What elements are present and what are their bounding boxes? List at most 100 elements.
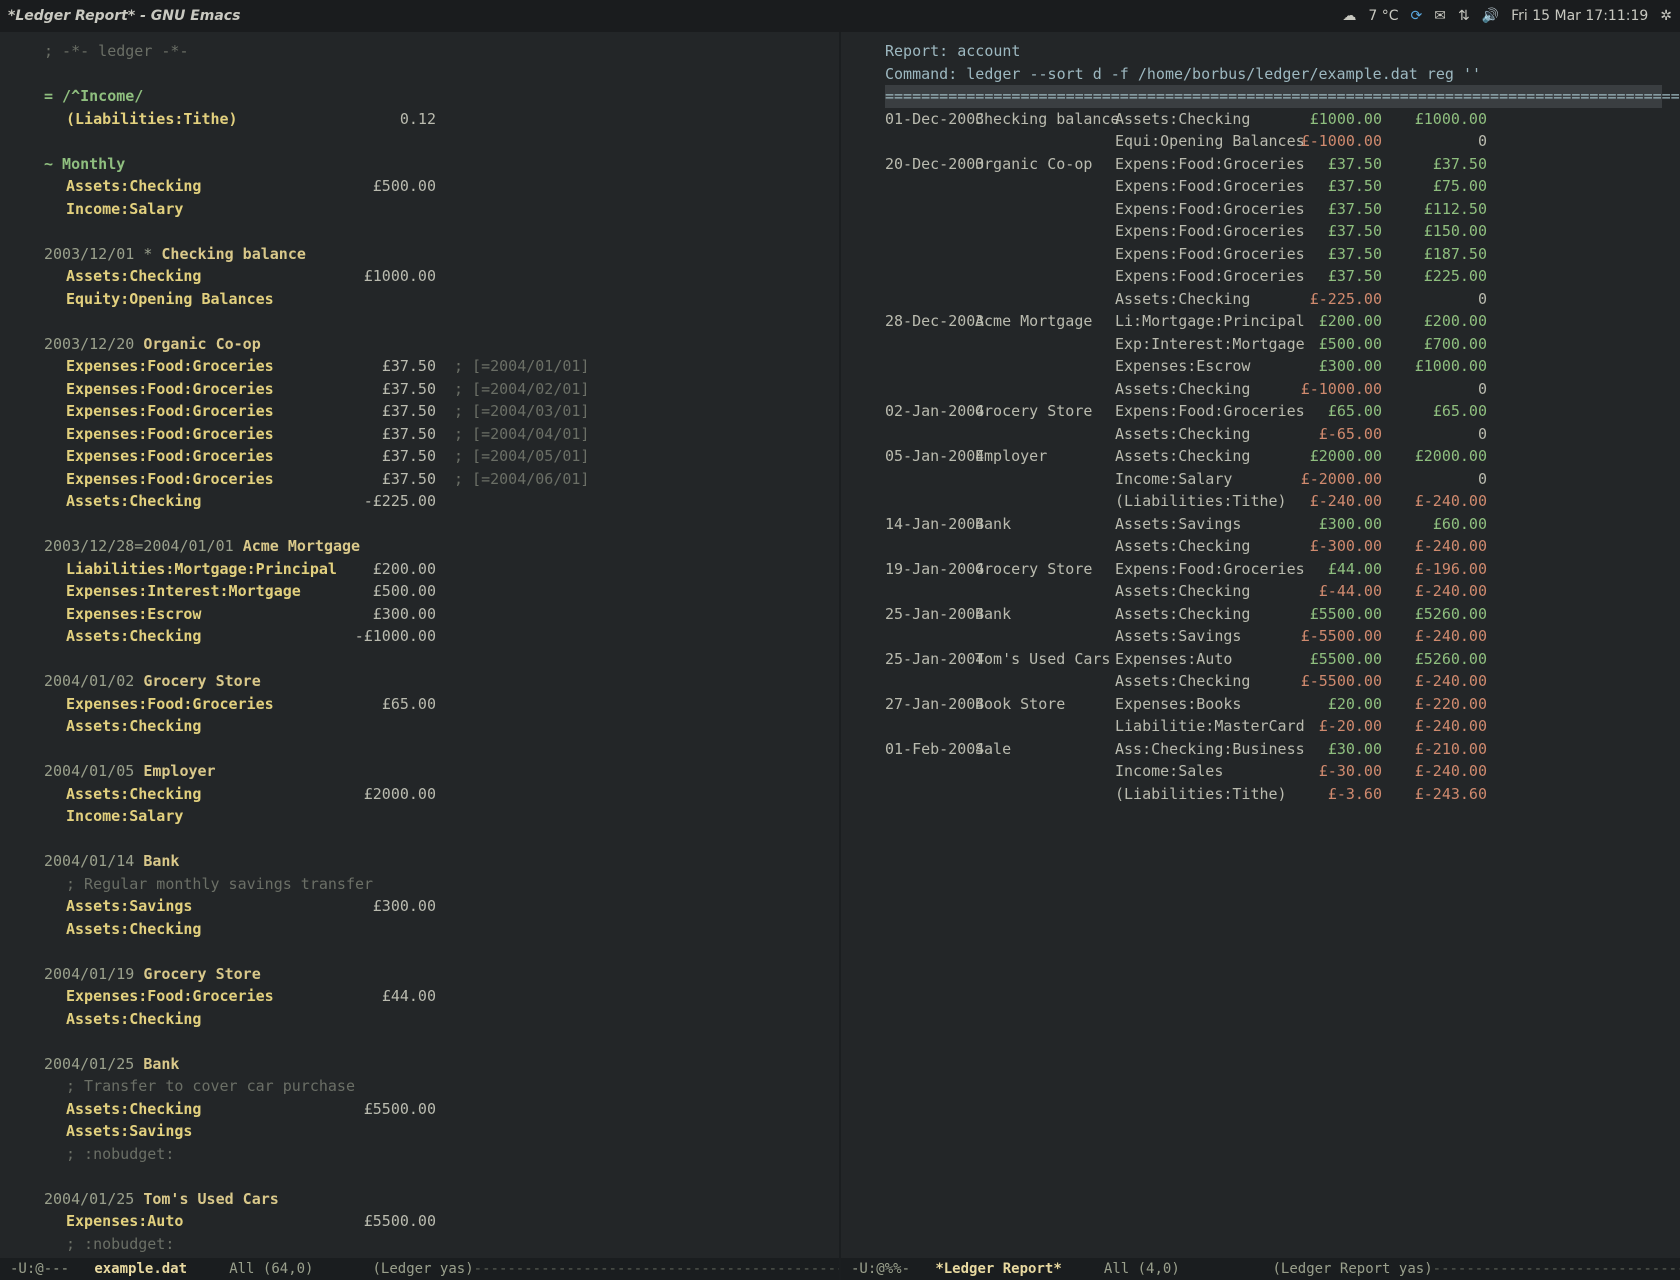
account-name: Expenses:Auto	[66, 1210, 326, 1233]
modeline-prefix: -U:@%%-	[851, 1261, 910, 1277]
report-row: (Liabilities:Tithe)£-3.60£-243.60	[885, 783, 1662, 806]
report-date	[885, 355, 975, 378]
report-amount: £-65.00	[1277, 423, 1382, 446]
report-date: 01-Dec-2003	[885, 108, 975, 131]
report-amount: £500.00	[1277, 333, 1382, 356]
report-row: Expens:Food:Groceries£37.50£225.00	[885, 265, 1662, 288]
clock-text: Fri 15 Mar 17:11:19	[1511, 8, 1648, 24]
modeline-buffer-name: example.dat	[94, 1261, 187, 1277]
report-payee	[975, 760, 1115, 783]
report-balance: £-240.00	[1382, 670, 1487, 693]
report-amount: £5500.00	[1277, 603, 1382, 626]
mode-comment: ; -*- ledger -*-	[44, 40, 821, 63]
report-balance: £-210.00	[1382, 738, 1487, 761]
report-row: Assets:Checking£-225.000	[885, 288, 1662, 311]
report-date: 19-Jan-2004	[885, 558, 975, 581]
report-payee: Employer	[975, 445, 1115, 468]
amount: £37.50	[326, 378, 436, 401]
posting-row: Expenses:Food:Groceries£37.50; [=2004/03…	[44, 400, 821, 423]
report-payee: Bank	[975, 513, 1115, 536]
report-date	[885, 535, 975, 558]
report-date	[885, 243, 975, 266]
posting-row: Expenses:Auto£5500.00	[44, 1210, 821, 1233]
amount: £37.50	[326, 468, 436, 491]
periodic-txn-head: ~ Monthly	[44, 155, 125, 173]
report-balance: £75.00	[1382, 175, 1487, 198]
report-account: Income:Sales	[1115, 760, 1277, 783]
posting-note	[436, 985, 454, 1008]
left-pane: ; -*- ledger -*-= /^Income/(Liabilities:…	[0, 32, 839, 1280]
posting-row: Assets:Checking-£1000.00	[44, 625, 821, 648]
posting-note	[436, 108, 454, 131]
right-modeline: -U:@%%- *Ledger Report* All (4,0) (Ledge…	[841, 1258, 1680, 1280]
report-balance: £-240.00	[1382, 580, 1487, 603]
volume-icon[interactable]: 🔊	[1482, 8, 1499, 24]
report-amount: £-5500.00	[1277, 625, 1382, 648]
modeline-dashes: ----------------------------------------…	[1433, 1261, 1680, 1277]
posting-note	[436, 558, 454, 581]
window-titlebar: *Ledger Report* - GNU Emacs ☁ 7 °C ⟳ ✉ ⇅…	[0, 0, 1680, 32]
report-row: Expens:Food:Groceries£37.50£75.00	[885, 175, 1662, 198]
report-amount: £1000.00	[1277, 108, 1382, 131]
report-account: Expens:Food:Groceries	[1115, 220, 1277, 243]
payee-name: Organic Co-op	[143, 335, 260, 353]
report-account: Assets:Checking	[1115, 670, 1277, 693]
report-balance: £1000.00	[1382, 355, 1487, 378]
account-name: Assets:Checking	[66, 265, 326, 288]
report-account: Expens:Food:Groceries	[1115, 198, 1277, 221]
posting-note	[436, 783, 454, 806]
account-name: Assets:Savings	[66, 1120, 326, 1143]
report-balance: £65.00	[1382, 400, 1487, 423]
report-balance: 0	[1382, 288, 1487, 311]
report-row: 25-Jan-2004BankAssets:Checking£5500.00£5…	[885, 603, 1662, 626]
posting-note: ; [=2004/05/01]	[436, 445, 589, 468]
txn-header: 2004/01/14 Bank	[44, 850, 821, 873]
report-balance: £-196.00	[1382, 558, 1487, 581]
report-row: Equi:Opening Balances£-1000.000	[885, 130, 1662, 153]
report-payee: Bank	[975, 603, 1115, 626]
report-balance: £2000.00	[1382, 445, 1487, 468]
amount: £37.50	[326, 445, 436, 468]
report-payee	[975, 535, 1115, 558]
report-account: Expens:Food:Groceries	[1115, 153, 1277, 176]
refresh-icon[interactable]: ⟳	[1410, 8, 1422, 24]
report-date	[885, 423, 975, 446]
automated-txn-head: = /^Income/	[44, 87, 143, 105]
amount	[326, 198, 436, 221]
report-date	[885, 625, 975, 648]
txn-header: 2003/12/20 Organic Co-op	[44, 333, 821, 356]
report-row: Assets:Checking£-1000.000	[885, 378, 1662, 401]
payee-name: Checking balance	[161, 245, 306, 263]
report-balance: £5260.00	[1382, 648, 1487, 671]
txn-header: 2004/01/02 Grocery Store	[44, 670, 821, 693]
report-date: 25-Jan-2004	[885, 603, 975, 626]
mail-icon[interactable]: ✉	[1434, 8, 1446, 24]
report-amount: £300.00	[1277, 355, 1382, 378]
report-date	[885, 580, 975, 603]
posting-row: Expenses:Food:Groceries£44.00	[44, 985, 821, 1008]
report-account: Assets:Checking	[1115, 445, 1277, 468]
report-account: Ass:Checking:Business	[1115, 738, 1277, 761]
report-date	[885, 175, 975, 198]
report-date	[885, 783, 975, 806]
network-icon[interactable]: ⇅	[1458, 8, 1470, 24]
report-date: 28-Dec-2003	[885, 310, 975, 333]
posting-row: Expenses:Food:Groceries£37.50; [=2004/01…	[44, 355, 821, 378]
report-amount: £200.00	[1277, 310, 1382, 333]
report-payee: Book Store	[975, 693, 1115, 716]
report-amount: £5500.00	[1277, 648, 1382, 671]
report-payee	[975, 355, 1115, 378]
ledger-report-buffer[interactable]: Report: accountCommand: ledger --sort d …	[841, 32, 1680, 1258]
posting-note	[436, 805, 454, 828]
report-row: Expens:Food:Groceries£37.50£150.00	[885, 220, 1662, 243]
ledger-source-buffer[interactable]: ; -*- ledger -*-= /^Income/(Liabilities:…	[0, 32, 839, 1258]
settings-gear-icon[interactable]: ✲	[1660, 8, 1672, 24]
posting-row: Assets:Checking	[44, 918, 821, 941]
modeline-position: All (64,0)	[229, 1261, 313, 1277]
report-date	[885, 220, 975, 243]
modeline-dashes: ----------------------------------------…	[474, 1261, 839, 1277]
account-name: Expenses:Food:Groceries	[66, 985, 326, 1008]
report-payee	[975, 130, 1115, 153]
report-amount: £37.50	[1277, 198, 1382, 221]
payee-name: Employer	[143, 762, 215, 780]
